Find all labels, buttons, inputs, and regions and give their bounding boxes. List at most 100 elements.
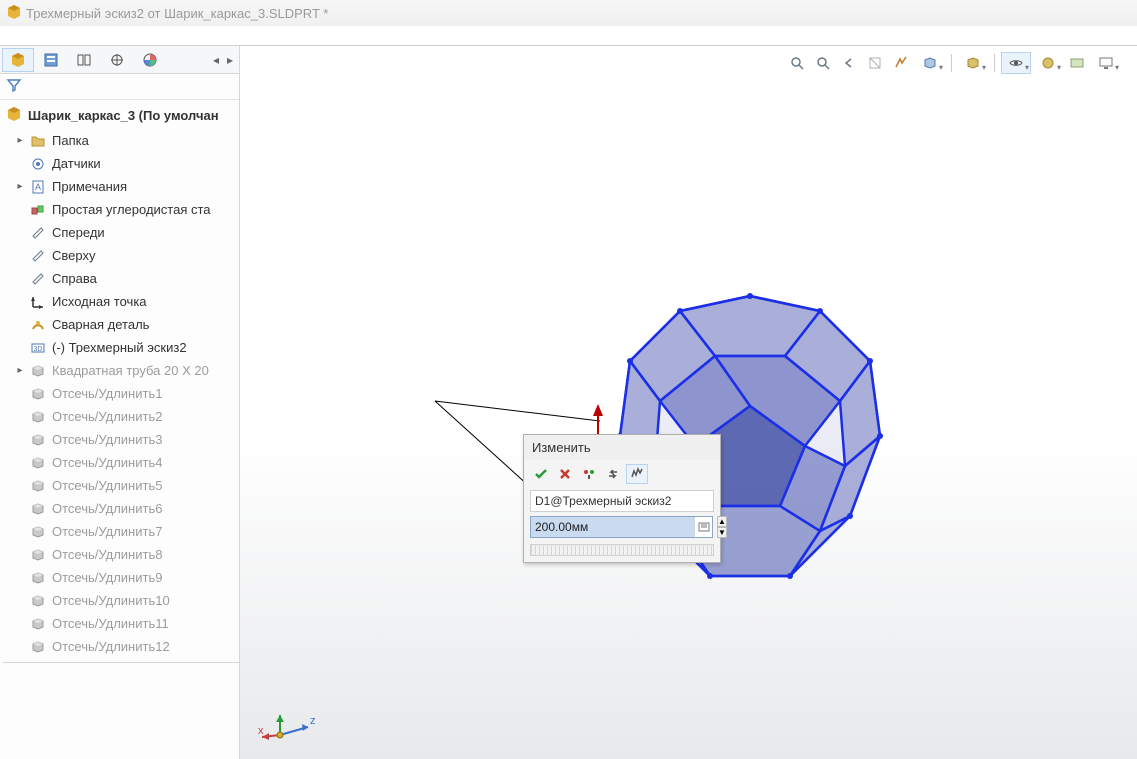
- tree-filter-row: [0, 74, 239, 100]
- thumbwheel-slider[interactable]: [530, 544, 714, 556]
- body-icon: [30, 501, 46, 517]
- feature-tree[interactable]: Шарик_каркас_3 (По умолчан ▸ Папка Датчики…: [0, 100, 239, 759]
- rebuild-icon[interactable]: [578, 464, 600, 484]
- tree-item[interactable]: Отсечь/Удлинить1: [8, 382, 239, 405]
- tree-item[interactable]: Отсечь/Удлинить3: [8, 428, 239, 451]
- body-icon: [30, 363, 46, 379]
- tree-item[interactable]: Сверху: [8, 244, 239, 267]
- body-icon: [30, 432, 46, 448]
- tree-item-label: Сварная деталь: [52, 317, 149, 332]
- tree-item-label: (-) Трехмерный эскиз2: [52, 340, 187, 355]
- plane-icon: [30, 248, 46, 264]
- tree-item[interactable]: Сварная деталь: [8, 313, 239, 336]
- weld-icon: [30, 317, 46, 333]
- tree-rollback-bar[interactable]: [2, 662, 239, 663]
- reverse-direction-icon[interactable]: [602, 464, 624, 484]
- tree-item[interactable]: Спереди: [8, 221, 239, 244]
- tree-item-label: Квадратная труба 20 X 20: [52, 363, 209, 378]
- panel-prev-icon[interactable]: ◂: [209, 53, 223, 67]
- tree-item-label: Отсечь/Удлинить2: [52, 409, 162, 424]
- plane-icon: [30, 271, 46, 287]
- sensor-icon: [30, 156, 46, 172]
- body-icon: [30, 639, 46, 655]
- ok-button[interactable]: [530, 464, 552, 484]
- body-icon: [30, 570, 46, 586]
- tab-display-manager[interactable]: [134, 48, 166, 72]
- tree-item-label: Отсечь/Удлинить11: [52, 616, 169, 631]
- tree-item-label: Отсечь/Удлинить9: [52, 570, 162, 585]
- tree-item-label: Отсечь/Удлинить1: [52, 386, 162, 401]
- part-icon: [6, 4, 22, 23]
- orientation-triad[interactable]: x z: [260, 705, 320, 747]
- part-icon: [6, 106, 22, 125]
- tree-item[interactable]: Отсечь/Удлинить7: [8, 520, 239, 543]
- tree-item-label: Справа: [52, 271, 97, 286]
- tree-item[interactable]: ▸AПримечания: [8, 175, 239, 198]
- cancel-button[interactable]: [554, 464, 576, 484]
- tree-item-label: Спереди: [52, 225, 105, 240]
- dimension-name: D1@Трехмерный эскиз2: [530, 490, 714, 512]
- tree-caret-icon[interactable]: ▸: [16, 181, 24, 192]
- tree-item[interactable]: ▸ Папка: [8, 129, 239, 152]
- tree-item[interactable]: Датчики: [8, 152, 239, 175]
- tree-caret-icon[interactable]: ▸: [16, 365, 24, 376]
- feature-manager-panel: ◂ ▸ Шарик_каркас_3 (По умолчан ▸ Папка Дат…: [0, 46, 240, 759]
- panel-next-icon[interactable]: ▸: [223, 53, 237, 67]
- tree-caret-icon[interactable]: ▸: [16, 135, 24, 146]
- tab-configuration-manager[interactable]: [68, 48, 100, 72]
- tree-item[interactable]: ▸ Квадратная труба 20 X 20: [8, 359, 239, 382]
- tree-item[interactable]: Отсечь/Удлинить9: [8, 566, 239, 589]
- body-icon: [30, 478, 46, 494]
- tree-item[interactable]: Отсечь/Удлинить2: [8, 405, 239, 428]
- origin-icon: [30, 294, 46, 310]
- tree-item[interactable]: Отсечь/Удлинить6: [8, 497, 239, 520]
- tree-item[interactable]: Простая углеродистая ста: [8, 198, 239, 221]
- body-icon: [30, 409, 46, 425]
- tab-dimxpert[interactable]: [101, 48, 133, 72]
- filter-icon[interactable]: [6, 77, 22, 96]
- tree-item-label: Отсечь/Удлинить5: [52, 478, 162, 493]
- folder-icon: [30, 133, 46, 149]
- spin-down-button[interactable]: ▼: [717, 527, 727, 538]
- graphics-viewport[interactable]: Изменить D1@Трехмерный эскиз2: [240, 46, 1137, 759]
- tree-item[interactable]: Справа: [8, 267, 239, 290]
- axis-z-label: z: [310, 715, 316, 727]
- note-icon: A: [30, 179, 46, 195]
- tab-property-manager[interactable]: [35, 48, 67, 72]
- tree-item-label: Отсечь/Удлинить7: [52, 524, 162, 539]
- tree-root-label: Шарик_каркас_3 (По умолчан: [28, 108, 219, 123]
- model-wireframe: [240, 46, 1137, 759]
- plane-icon: [30, 225, 46, 241]
- panel-tabs: ◂ ▸: [0, 46, 239, 74]
- tree-item[interactable]: Исходная точка: [8, 290, 239, 313]
- tree-item-label: Папка: [52, 133, 89, 148]
- body-icon: [30, 593, 46, 609]
- increment-settings-icon[interactable]: [694, 517, 712, 537]
- tab-feature-manager[interactable]: [2, 48, 34, 72]
- tree-item[interactable]: 3D (-) Трехмерный эскиз2: [8, 336, 239, 359]
- material-icon: [30, 202, 46, 218]
- tree-item[interactable]: Отсечь/Удлинить12: [8, 635, 239, 658]
- window-title: Трехмерный эскиз2 от Шарик_каркас_3.SLDP…: [26, 6, 328, 21]
- body-icon: [30, 616, 46, 632]
- dialog-title: Изменить: [524, 435, 720, 460]
- tree-item-label: Отсечь/Удлинить4: [52, 455, 162, 470]
- tree-item[interactable]: Отсечь/Удлинить4: [8, 451, 239, 474]
- modify-dimension-dialog[interactable]: Изменить D1@Трехмерный эскиз2: [523, 434, 721, 563]
- tree-item-label: Сверху: [52, 248, 95, 263]
- tree-item[interactable]: Отсечь/Удлинить10: [8, 589, 239, 612]
- svg-text:A: A: [35, 182, 41, 192]
- dimension-value-input[interactable]: [531, 517, 694, 537]
- tree-item[interactable]: Отсечь/Удлинить8: [8, 543, 239, 566]
- tree-item-label: Исходная точка: [52, 294, 147, 309]
- svg-text:3D: 3D: [34, 346, 43, 353]
- dialog-toolbar: [524, 460, 720, 488]
- tree-item-label: Отсечь/Удлинить6: [52, 501, 162, 516]
- spin-up-button[interactable]: ▲: [717, 516, 727, 527]
- tree-item[interactable]: Отсечь/Удлинить11: [8, 612, 239, 635]
- value-spinner[interactable]: ▲ ▼: [717, 516, 727, 538]
- tree-item-label: Отсечь/Удлинить3: [52, 432, 162, 447]
- axis-x-label: x: [258, 725, 264, 737]
- tree-item[interactable]: Отсечь/Удлинить5: [8, 474, 239, 497]
- thumbwheel-icon[interactable]: [626, 464, 648, 484]
